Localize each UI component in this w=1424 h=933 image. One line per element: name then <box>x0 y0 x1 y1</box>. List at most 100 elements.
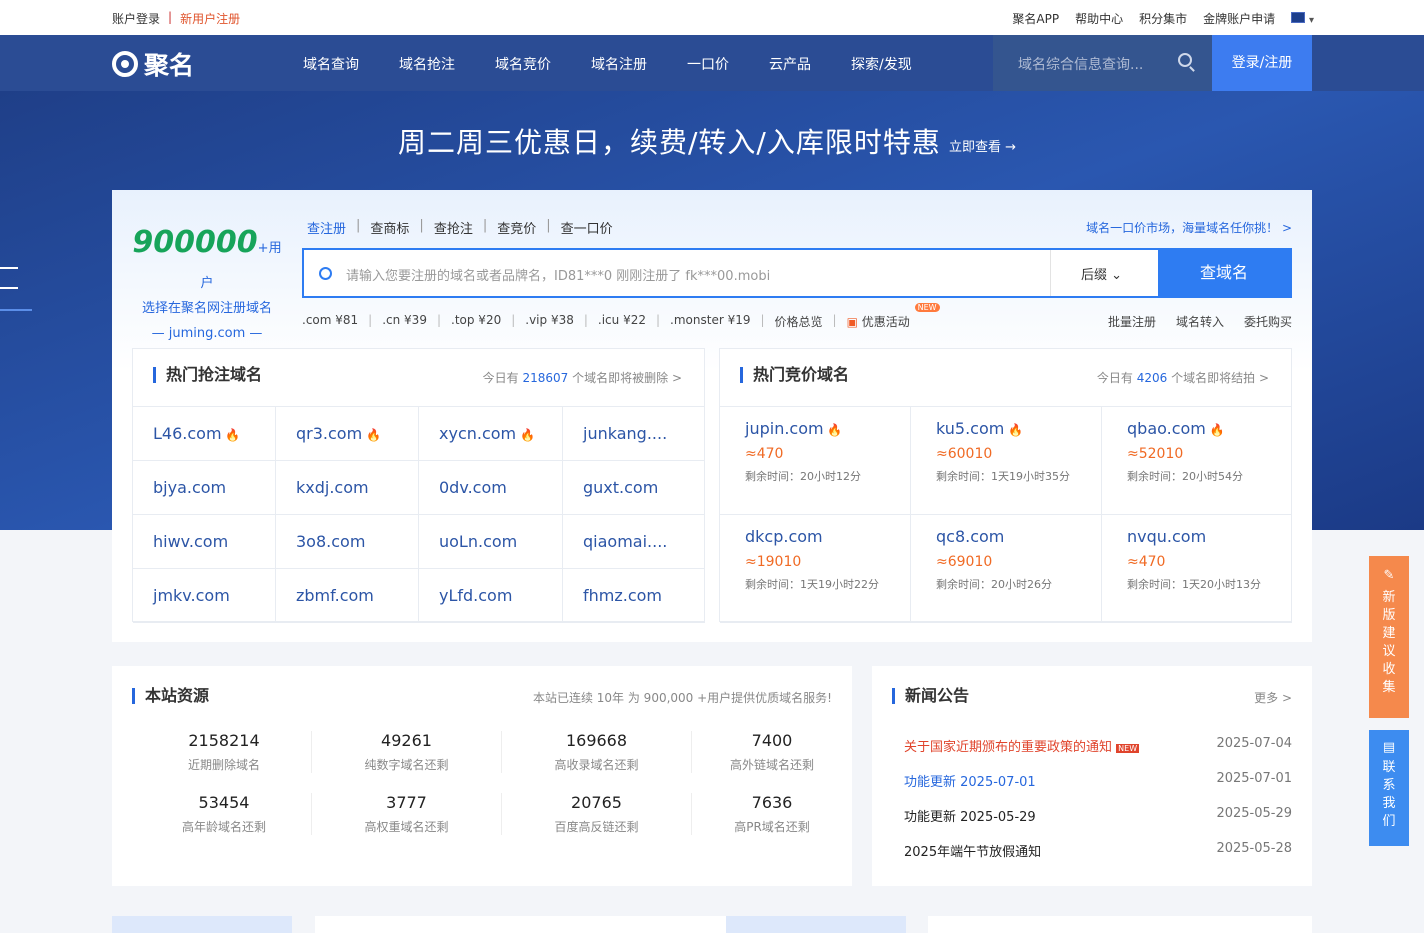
auction-domain-cell[interactable]: nvqu.com ≈470 剩余时间：1天20小时13分 <box>1102 515 1292 623</box>
domain-search-input[interactable]: 请输入您要注册的域名或者品牌名，ID81***0 刚刚注册了 fk***00.m… <box>302 248 1292 298</box>
register-link[interactable]: 新用户注册 <box>180 10 240 27</box>
fire-icon: 🔥 <box>362 428 381 442</box>
news-section: 新闻公告 更多 > 关于国家近期颁布的重要政策的通知 NEW 2025-07-04… <box>872 666 1312 886</box>
stat-label: 高外链域名还剩 <box>729 758 814 772</box>
domain-name: uoLn.com <box>439 532 518 551</box>
auction-price: ≈60010 <box>936 446 993 462</box>
decoration <box>0 309 32 311</box>
stat-item[interactable]: 53454 高年龄域名还剩 <box>137 793 312 835</box>
stat-item[interactable]: 20765 百度高反链还剩 <box>502 793 692 835</box>
news-date: 2025-07-01 <box>1216 771 1292 786</box>
price-cn[interactable]: .cn ¥39 <box>382 313 427 330</box>
suffix-select[interactable]: 后缀 ⌄ <box>1050 250 1160 296</box>
account-login-link[interactable]: 账户登录 <box>112 10 160 27</box>
search-icon[interactable] <box>1178 53 1192 67</box>
price-monster[interactable]: .monster ¥19 <box>670 313 750 330</box>
domain-name: qc8.com <box>936 527 1005 546</box>
stat-item[interactable]: 169668 高收录域名还剩 <box>502 731 692 773</box>
snatch-domain-cell[interactable]: hiwv.com <box>133 515 276 569</box>
panel-info[interactable]: 今日有 218607 个域名即将被删除 > <box>483 369 682 386</box>
price-com[interactable]: .com ¥81 <box>302 313 358 330</box>
contact-button[interactable]: ▤ 联系我们 <box>1369 730 1409 846</box>
nav-item-cloud[interactable]: 云产品 <box>769 54 811 74</box>
stat-item[interactable]: 2158214 近期删除域名 <box>137 731 312 773</box>
auction-domain-cell[interactable]: qc8.com ≈69010 剩余时间：20小时26分 <box>911 515 1102 623</box>
nav-search-input[interactable]: 域名综合信息查询... <box>993 35 1212 91</box>
snatch-domain-cell[interactable]: zbmf.com <box>276 569 419 623</box>
stat-item[interactable]: 3777 高权重域名还剩 <box>312 793 502 835</box>
auction-price: ≈470 <box>745 446 784 462</box>
snatch-domain-cell[interactable]: guxt.com <box>563 461 705 515</box>
decoration <box>0 287 18 289</box>
activity-link[interactable]: ▣ 优惠活动 NEW <box>847 303 940 330</box>
fire-icon: 🔥 <box>823 423 843 437</box>
auction-domain-cell[interactable]: qbao.com 🔥 ≈52010 剩余时间：20小时54分 <box>1102 407 1292 515</box>
snatch-domain-cell[interactable]: junkang.... <box>563 407 705 461</box>
activity-label: 优惠活动 <box>861 315 910 329</box>
stat-value: 2158214 <box>188 731 260 750</box>
snatch-domain-cell[interactable]: yLfd.com <box>419 569 563 623</box>
news-item[interactable]: 功能更新 2025-05-29 2025-05-29 <box>904 806 1292 825</box>
search-domain-button[interactable]: 查域名 <box>1158 248 1290 298</box>
entrust-buy-link[interactable]: 委托购买 <box>1244 313 1292 330</box>
snatch-domain-cell[interactable]: 0dv.com <box>419 461 563 515</box>
price-vip[interactable]: .vip ¥38 <box>525 313 574 330</box>
news-item[interactable]: 2025年端午节放假通知 2025-05-28 <box>904 841 1292 860</box>
help-link[interactable]: 帮助中心 <box>1075 10 1123 27</box>
price-icu[interactable]: .icu ¥22 <box>598 313 646 330</box>
snatch-domain-cell[interactable]: L46.com 🔥 <box>133 407 276 461</box>
tab-fixed-price[interactable]: 查一口价 <box>561 218 613 237</box>
nav-item-register[interactable]: 域名注册 <box>591 54 647 74</box>
tab-register[interactable]: 查注册 <box>307 218 346 237</box>
top-bar: 账户登录 | 新用户注册 聚名APP 帮助中心 积分集市 金牌账户申请 ▾ <box>0 0 1424 35</box>
snatch-domain-cell[interactable]: kxdj.com <box>276 461 419 515</box>
nav-item-explore[interactable]: 探索/发现 <box>851 54 912 74</box>
points-link[interactable]: 积分集市 <box>1139 10 1187 27</box>
snatch-domain-cell[interactable]: fhmz.com <box>563 569 705 623</box>
price-overview[interactable]: 价格总览 <box>775 313 823 330</box>
market-link[interactable]: 域名一口价市场，海量域名任你挑！ > <box>1086 219 1292 236</box>
tab-trademark[interactable]: 查商标 <box>370 218 409 237</box>
chat-icon: ▤ <box>1382 740 1396 755</box>
news-item[interactable]: 功能更新 2025-07-01 2025-07-01 <box>904 771 1292 790</box>
snatch-domain-cell[interactable]: jmkv.com <box>133 569 276 623</box>
stat-item[interactable]: 7636 高PR域名还剩 <box>692 793 852 835</box>
nav-item-domain-query[interactable]: 域名查询 <box>303 54 359 74</box>
snatch-domain-cell[interactable]: xycn.com 🔥 <box>419 407 563 461</box>
chevron-down-icon: ▾ <box>1308 14 1314 26</box>
tab-auction[interactable]: 查竞价 <box>497 218 536 237</box>
bulk-register-link[interactable]: 批量注册 <box>1108 313 1156 330</box>
decoration <box>0 267 18 269</box>
news-item[interactable]: 关于国家近期颁布的重要政策的通知 NEW 2025-07-04 <box>904 736 1292 755</box>
snatch-domain-cell[interactable]: bjya.com <box>133 461 276 515</box>
more-link[interactable]: 更多 > <box>1254 689 1292 706</box>
tab-snatch[interactable]: 查抢注 <box>434 218 473 237</box>
nav-item-snatch[interactable]: 域名抢注 <box>399 54 455 74</box>
promo-text[interactable]: 周二周三优惠日，续费/转入/入库限时特惠 <box>398 121 941 161</box>
auction-domain-cell[interactable]: jupin.com 🔥 ≈470 剩余时间：20小时12分 <box>720 407 911 515</box>
new-badge: NEW <box>914 303 940 312</box>
logo[interactable]: 聚名 <box>112 46 194 82</box>
news-date: 2025-05-28 <box>1216 841 1292 856</box>
snatch-domain-cell[interactable]: uoLn.com <box>419 515 563 569</box>
domain-name: L46.com <box>153 424 222 443</box>
stat-item[interactable]: 49261 纯数字域名还剩 <box>312 731 502 773</box>
auction-domain-cell[interactable]: ku5.com 🔥 ≈60010 剩余时间：1天19小时35分 <box>911 407 1102 515</box>
language-selector[interactable]: ▾ <box>1291 11 1314 26</box>
nav-item-fixed-price[interactable]: 一口价 <box>687 54 729 74</box>
nav-item-auction[interactable]: 域名竞价 <box>495 54 551 74</box>
app-link[interactable]: 聚名APP <box>1012 10 1059 27</box>
snatch-domain-cell[interactable]: qr3.com 🔥 <box>276 407 419 461</box>
snatch-domain-cell[interactable]: 3o8.com <box>276 515 419 569</box>
login-button[interactable]: 登录/注册 <box>1212 35 1312 91</box>
snatch-domain-cell[interactable]: qiaomai.... <box>563 515 705 569</box>
gold-account-link[interactable]: 金牌账户申请 <box>1203 10 1275 27</box>
stat-item[interactable]: 7400 高外链域名还剩 <box>692 731 852 773</box>
transfer-link[interactable]: 域名转入 <box>1176 313 1224 330</box>
news-list: 关于国家近期颁布的重要政策的通知 NEW 2025-07-04 功能更新 2025-… <box>904 736 1292 876</box>
price-top[interactable]: .top ¥20 <box>451 313 501 330</box>
panel-info[interactable]: 今日有 4206 个域名即将结拍 > <box>1097 369 1269 386</box>
promo-link[interactable]: 立即查看 → <box>949 136 1016 155</box>
auction-domain-cell[interactable]: dkcp.com ≈19010 剩余时间：1天19小时22分 <box>720 515 911 623</box>
feedback-button[interactable]: ✎ 新版建议收集 <box>1369 556 1409 718</box>
